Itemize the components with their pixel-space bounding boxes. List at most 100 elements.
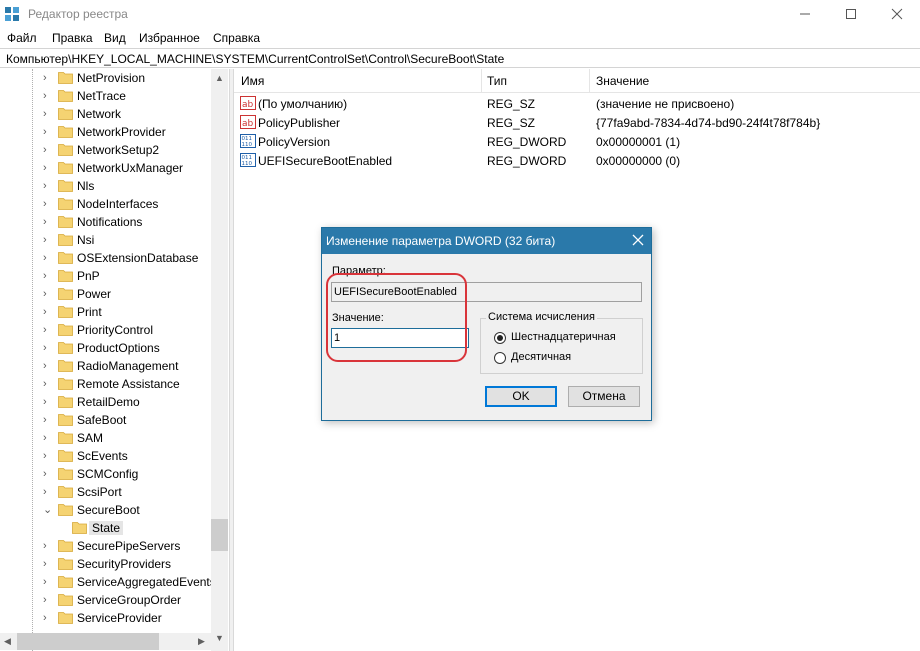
column-name-header[interactable]: Имя: [241, 74, 264, 88]
chevron-right-icon[interactable]: ›: [43, 216, 53, 228]
value-name[interactable]: UEFISecureBootEnabled: [258, 154, 392, 168]
tree-item-label[interactable]: NetworkSetup2: [77, 143, 159, 157]
tree-horizontal-scrollbar[interactable]: ◀ ▶: [0, 633, 211, 650]
tree-item-label[interactable]: Remote Assistance: [77, 377, 180, 391]
scroll-left-arrow-icon[interactable]: ◀: [4, 636, 11, 647]
chevron-right-icon[interactable]: ›: [43, 360, 53, 372]
scroll-thumb[interactable]: [211, 519, 228, 551]
chevron-right-icon[interactable]: ›: [43, 378, 53, 390]
chevron-right-icon[interactable]: ›: [43, 108, 53, 120]
tree-item[interactable]: › ProductOptions: [0, 339, 211, 357]
tree-item[interactable]: › NetTrace: [0, 87, 211, 105]
value-row[interactable]: ab PolicyPublisher REG_SZ {77fa9abd-7834-4d…: [234, 113, 920, 132]
tree-item[interactable]: › Notifications: [0, 213, 211, 231]
tree-item[interactable]: › SecurePipeServers: [0, 537, 211, 555]
column-type-header[interactable]: Тип: [487, 74, 507, 88]
ok-button[interactable]: OK: [485, 386, 557, 407]
tree-item[interactable]: › NetworkUxManager: [0, 159, 211, 177]
chevron-right-icon[interactable]: ›: [43, 234, 53, 246]
tree-vertical-scrollbar[interactable]: ▲ ▼: [211, 69, 228, 651]
tree-item-label[interactable]: ProductOptions: [77, 341, 160, 355]
scroll-right-arrow-icon[interactable]: ▶: [198, 636, 205, 647]
tree-item[interactable]: › RadioManagement: [0, 357, 211, 375]
menu-favorites[interactable]: Избранное: [139, 31, 200, 45]
tree-item[interactable]: › RetailDemo: [0, 393, 211, 411]
tree-item[interactable]: › PriorityControl: [0, 321, 211, 339]
close-button[interactable]: [874, 0, 920, 28]
address-bar[interactable]: Компьютер\HKEY_LOCAL_MACHINE\SYSTEM\Curr…: [0, 48, 920, 68]
tree-item-label[interactable]: SecurityProviders: [77, 557, 171, 571]
tree-item[interactable]: › Power: [0, 285, 211, 303]
tree-item[interactable]: › NetProvision: [0, 69, 211, 87]
tree-item-label[interactable]: OSExtensionDatabase: [77, 251, 198, 265]
chevron-right-icon[interactable]: ›: [43, 486, 53, 498]
tree-item[interactable]: › Nsi: [0, 231, 211, 249]
radio-hex-label[interactable]: Шестнадцатеричная: [511, 331, 616, 343]
tree-item-label[interactable]: SafeBoot: [77, 413, 126, 427]
tree-item-label[interactable]: PnP: [77, 269, 100, 283]
tree-item-label[interactable]: SecureBoot: [77, 503, 140, 517]
column-value-header[interactable]: Значение: [596, 74, 649, 88]
tree-item[interactable]: › ServiceGroupOrder: [0, 591, 211, 609]
tree-item-label[interactable]: NodeInterfaces: [77, 197, 158, 211]
tree-item[interactable]: State: [0, 519, 211, 537]
tree-item-label[interactable]: RetailDemo: [77, 395, 140, 409]
chevron-right-icon[interactable]: ›: [43, 468, 53, 480]
tree-item-label[interactable]: NetworkUxManager: [77, 161, 183, 175]
tree-item-label[interactable]: Notifications: [77, 215, 142, 229]
tree-item[interactable]: › ServiceProvider: [0, 609, 211, 627]
tree-item-label[interactable]: SCMConfig: [77, 467, 138, 481]
tree-item[interactable]: › ScsiPort: [0, 483, 211, 501]
dialog-close-icon[interactable]: [631, 233, 645, 247]
tree-item[interactable]: ⌄ SecureBoot: [0, 501, 211, 519]
chevron-right-icon[interactable]: ›: [43, 558, 53, 570]
menu-edit[interactable]: Правка: [52, 31, 93, 45]
tree-item-label[interactable]: State: [89, 521, 124, 535]
tree-item-label[interactable]: ScsiPort: [77, 485, 122, 499]
chevron-right-icon[interactable]: ›: [43, 90, 53, 102]
tree-item-label[interactable]: NetworkProvider: [77, 125, 166, 139]
tree-item[interactable]: › SCMConfig: [0, 465, 211, 483]
tree-item-label[interactable]: Nls: [77, 179, 94, 193]
menu-help[interactable]: Справка: [213, 31, 260, 45]
chevron-right-icon[interactable]: ›: [43, 594, 53, 606]
chevron-right-icon[interactable]: ›: [43, 180, 53, 192]
tree-item[interactable]: › SAM: [0, 429, 211, 447]
chevron-down-icon[interactable]: ⌄: [43, 504, 53, 516]
scroll-thumb-horizontal[interactable]: [17, 633, 159, 650]
menu-file[interactable]: Файл: [7, 31, 37, 45]
tree-item-label[interactable]: ServiceProvider: [77, 611, 162, 625]
tree-item-label[interactable]: Power: [77, 287, 111, 301]
tree-item[interactable]: › Print: [0, 303, 211, 321]
radio-hexadecimal[interactable]: Шестнадцатеричная: [494, 331, 644, 345]
chevron-right-icon[interactable]: ›: [43, 270, 53, 282]
chevron-right-icon[interactable]: ›: [43, 144, 53, 156]
tree-item[interactable]: › SecurityProviders: [0, 555, 211, 573]
minimize-button[interactable]: [782, 0, 828, 28]
chevron-right-icon[interactable]: ›: [43, 612, 53, 624]
value-row[interactable]: 011 110 PolicyVersion REG_DWORD 0x00000001 (…: [234, 132, 920, 151]
value-name[interactable]: (По умолчанию): [258, 97, 347, 111]
radio-dec-label[interactable]: Десятичная: [511, 351, 571, 363]
tree-item[interactable]: › NetworkProvider: [0, 123, 211, 141]
chevron-right-icon[interactable]: ›: [43, 342, 53, 354]
chevron-right-icon[interactable]: ›: [43, 288, 53, 300]
radio-unchecked-icon[interactable]: [494, 352, 506, 364]
tree-item-label[interactable]: RadioManagement: [77, 359, 178, 373]
tree-item-label[interactable]: NetProvision: [77, 71, 145, 85]
chevron-right-icon[interactable]: ›: [43, 126, 53, 138]
radio-decimal[interactable]: Десятичная: [494, 351, 644, 365]
column-divider[interactable]: [481, 69, 482, 93]
menu-view[interactable]: Вид: [104, 31, 126, 45]
tree-item[interactable]: › ServiceAggregatedEvents: [0, 573, 216, 591]
tree-item-label[interactable]: Network: [77, 107, 121, 121]
tree-item[interactable]: › Network: [0, 105, 211, 123]
tree-item-label[interactable]: ScEvents: [77, 449, 128, 463]
chevron-right-icon[interactable]: ›: [43, 72, 53, 84]
maximize-button[interactable]: [828, 0, 874, 28]
tree-item[interactable]: › SafeBoot: [0, 411, 211, 429]
chevron-right-icon[interactable]: ›: [43, 252, 53, 264]
tree-item-label[interactable]: Nsi: [77, 233, 94, 247]
chevron-right-icon[interactable]: ›: [43, 198, 53, 210]
chevron-right-icon[interactable]: ›: [43, 576, 53, 588]
